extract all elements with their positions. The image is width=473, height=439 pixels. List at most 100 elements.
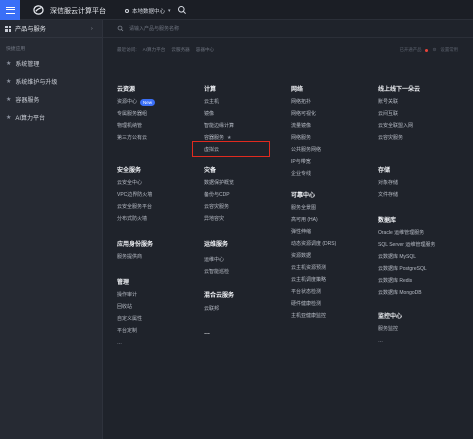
sidebar-item-ai-platform[interactable]: ★ AI算力平台	[0, 108, 102, 126]
link-mysql[interactable]: 云数据库 MySQL	[378, 251, 470, 263]
link-oracle-ops[interactable]: Oracle 运维管理服务	[378, 227, 470, 239]
link-resource-center[interactable]: 资源中心 New	[117, 96, 197, 108]
section-title: 管理	[117, 280, 130, 286]
section-title: 线上线下一朵云	[378, 87, 421, 93]
link-service-panorama[interactable]: 服务全景图	[291, 202, 376, 214]
set-favorites-link[interactable]: 设置常用	[440, 47, 458, 53]
recent-link[interactable]: AI算力平台	[143, 47, 166, 53]
link-account-association[interactable]: 账号关联	[378, 96, 470, 108]
search-icon	[117, 25, 124, 32]
recent-link[interactable]: 云服务器	[171, 47, 189, 53]
sidebar-item-system-maintenance[interactable]: ★ 系统维护与升级	[0, 72, 102, 90]
column-3: 网络 网络拓扑 网络可视化 流量镜像 网络服务 公共服务网络 IP与带宽 企业专…	[291, 84, 376, 322]
link-drs[interactable]: 动态资源调度 (DRS)	[291, 238, 376, 250]
link-subhealth-monitor[interactable]: 主机亚健康监控	[291, 310, 376, 322]
link-platform-status[interactable]: 平台状态检测	[291, 286, 376, 298]
link-service-provider[interactable]: 服务提供商	[117, 251, 197, 263]
link-enterprise-line[interactable]: 企业专线	[291, 168, 376, 180]
link-service-monitor[interactable]: 服务监控	[378, 323, 470, 335]
link-ip-bandwidth[interactable]: IP与带宽	[291, 156, 376, 168]
link-traffic-mirror[interactable]: 流量镜像	[291, 120, 376, 132]
link-truncated[interactable]: …	[378, 335, 470, 347]
section-title: 存储	[378, 168, 391, 174]
product-search-bar[interactable]: 请输入产品与服务名称	[103, 20, 473, 38]
link-security-alliance[interactable]: 云安全联盟入网	[378, 120, 470, 132]
link-vpc-firewall[interactable]: VPC边界防火墙	[117, 189, 197, 201]
location-icon	[125, 8, 129, 13]
hamburger-icon	[5, 6, 15, 14]
link-hardware-health[interactable]: 硬件健康检测	[291, 298, 376, 310]
link-smart-inspection[interactable]: 云智能巡检	[204, 266, 284, 278]
new-badge: New	[140, 98, 156, 106]
link-truncated[interactable]: …	[117, 337, 197, 349]
link-network-visualization[interactable]: 网络可视化	[291, 108, 376, 120]
link-high-availability[interactable]: 高可用 (HA)	[291, 214, 376, 226]
link-platform-customization[interactable]: 平台定制	[117, 325, 197, 337]
link-data-protection[interactable]: 数据保护概览	[204, 177, 284, 189]
link-edge-computing[interactable]: 智能边缘计算	[204, 120, 284, 132]
link-recycle-bin[interactable]: 回收站	[117, 301, 197, 313]
link-network-topology[interactable]: 网络拓扑	[291, 96, 376, 108]
link-custom-attributes[interactable]: 自定义属性	[117, 313, 197, 325]
recent-link[interactable]: 容器中心	[196, 47, 214, 53]
chevron-down-icon: ▾	[168, 7, 171, 14]
link-sqlserver-ops[interactable]: SQL Server 运维管理服务	[378, 239, 470, 251]
link-distributed-firewall[interactable]: 分布式防火墙	[117, 213, 197, 225]
brand-title: 深信服云计算平台	[50, 8, 106, 15]
menu-toggle-button[interactable]	[0, 0, 20, 20]
column-4: 线上线下一朵云 账号关联 云间互联 云安全联盟入网 云容灾服务 存储 对象存储 …	[378, 84, 470, 347]
section-title: 计算	[204, 87, 217, 93]
link-file-storage[interactable]: 文件存储	[378, 189, 470, 201]
link-operation-audit[interactable]: 操作审计	[117, 289, 197, 301]
search-input[interactable]: 请输入产品与服务名称	[129, 25, 179, 32]
link-ops-center[interactable]: 运维中心	[204, 254, 284, 266]
region-selector[interactable]: 本地数据中心 ▾	[120, 5, 176, 16]
link-resource-data[interactable]: 资源数据	[291, 250, 376, 262]
section-title: 可靠中心	[291, 193, 316, 199]
link-remote-disaster-recovery[interactable]: 异地容灾	[204, 213, 284, 225]
recent-visits: 最近访问: AI算力平台 云服务器 容器中心	[117, 47, 214, 53]
link-auto-scaling[interactable]: 弹性伸缩	[291, 226, 376, 238]
link-redis[interactable]: 云数据库 Redis	[378, 275, 470, 287]
section-title: 网络	[291, 87, 304, 93]
sidebar: 产品与服务 › 快捷应用 ★ 系统管理 ★ 系统维护与升级 ★ 容器服务 ★ A…	[0, 20, 103, 439]
grid-icon	[5, 25, 11, 32]
link-dedicated-servers[interactable]: 专属服务器组	[117, 108, 197, 120]
link-scheduling-policy[interactable]: 云主机调度策略	[291, 274, 376, 286]
search-icon[interactable]	[177, 5, 187, 15]
link-object-storage[interactable]: 对象存储	[378, 177, 470, 189]
link-physical-hosts[interactable]: 物理机纳管	[117, 120, 197, 132]
products-services-header[interactable]: 产品与服务 ›	[0, 20, 102, 38]
link-network-service[interactable]: 网络服务	[291, 132, 376, 144]
link-image[interactable]: 镜像	[204, 108, 284, 120]
quick-right-actions: 已开通产品 ⚙ 设置常用	[400, 47, 458, 53]
column-2: 计算 云主机 镜像 智能边缘计算 容器服务 ★ 虚拟云 灾备 数据保护概览 备份…	[204, 84, 284, 339]
gear-icon[interactable]: ⚙	[432, 47, 436, 53]
link-cloud-interconnect[interactable]: 云间互联	[378, 108, 470, 120]
link-postgresql[interactable]: 云数据库 PostgreSQL	[378, 263, 470, 275]
sidebar-item-label: 容器服务	[15, 97, 40, 104]
link-cloud-host[interactable]: 云主机	[204, 96, 284, 108]
sidebar-item-container-service[interactable]: ★ 容器服务	[0, 90, 102, 108]
link-public-service-network[interactable]: 公共服务网络	[291, 144, 376, 156]
sidebar-item-label: 系统维护与升级	[15, 79, 58, 86]
quick-apps-label: 快捷应用	[6, 47, 26, 52]
highlight-box	[192, 141, 270, 157]
star-icon: ★	[6, 96, 12, 103]
link-resource-forecast[interactable]: 云主机资源预测	[291, 262, 376, 274]
link-cloud-dr-service[interactable]: 云容灾服务	[378, 132, 470, 144]
link-backup-cdp[interactable]: 备份与CDP	[204, 189, 284, 201]
opened-products-toggle[interactable]: 已开通产品	[400, 47, 422, 53]
link-mongodb[interactable]: 云数据库 MongoDB	[378, 287, 470, 299]
link-cloud-disaster-recovery[interactable]: 云容灾服务	[204, 201, 284, 213]
recent-visits-label: 最近访问:	[117, 47, 137, 52]
link-cloud-security-platform[interactable]: 云安全服务平台	[117, 201, 197, 213]
link-cloud-federation[interactable]: 云联邦	[204, 303, 284, 315]
star-icon: ★	[6, 114, 12, 121]
link-label: 资源中心	[117, 99, 138, 105]
sidebar-item-label: AI算力平台	[15, 115, 46, 122]
link-cloud-security-center[interactable]: 云安全中心	[117, 177, 197, 189]
sidebar-item-system-management[interactable]: ★ 系统管理	[0, 54, 102, 72]
region-label: 本地数据中心	[132, 8, 166, 15]
link-third-party-cloud[interactable]: 第三方公有云	[117, 132, 197, 144]
